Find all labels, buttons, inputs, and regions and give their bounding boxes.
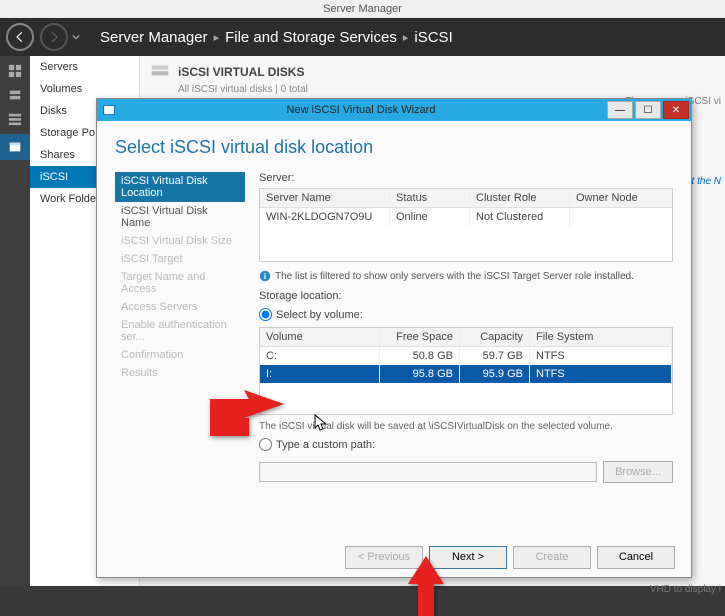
close-button[interactable]: ✕ <box>663 101 689 119</box>
step-location[interactable]: iSCSI Virtual Disk Location <box>115 172 245 202</box>
content-subtitle: All iSCSI virtual disks | 0 total <box>178 84 715 95</box>
breadcrumb-leaf[interactable]: iSCSI <box>414 29 452 46</box>
create-button[interactable]: Create <box>513 546 591 569</box>
annotation-arrow-volume <box>210 390 290 460</box>
info-icon: i <box>259 270 271 282</box>
col-server-name[interactable]: Server Name <box>260 189 390 207</box>
step-results: Results <box>115 364 245 382</box>
wizard-footer: < Previous Next > Create Cancel <box>97 537 691 577</box>
server-row[interactable]: WIN-2KLDOGN7O9U Online Not Clustered <box>260 208 672 226</box>
volume-table-header: Volume Free Space Capacity File System <box>260 328 672 347</box>
col-status[interactable]: Status <box>390 189 470 207</box>
sidebar-item-volumes[interactable]: Volumes <box>30 78 139 100</box>
breadcrumb-sep-icon: ▸ <box>214 31 220 44</box>
cursor-icon <box>314 414 328 437</box>
arrow-right-icon <box>47 30 61 44</box>
info-note: i The list is filtered to show only serv… <box>259 270 673 282</box>
step-auth: Enable authentication ser... <box>115 316 245 346</box>
storage-location-label: Storage location: <box>259 290 673 302</box>
all-servers-icon[interactable] <box>6 110 24 128</box>
wizard-window: New iSCSI Virtual Disk Wizard — ☐ ✕ Sele… <box>96 98 692 578</box>
radio-select-volume[interactable] <box>259 308 272 321</box>
radio-volume-label: Select by volume: <box>276 309 363 321</box>
vol-cell: I: <box>260 365 380 383</box>
wizard-title: New iSCSI Virtual Disk Wizard <box>117 104 605 116</box>
col-owner[interactable]: Owner Node <box>570 189 672 207</box>
breadcrumb-sep-icon: ▸ <box>403 31 409 44</box>
minimize-button[interactable]: — <box>607 101 633 119</box>
wizard-titlebar[interactable]: New iSCSI Virtual Disk Wizard — ☐ ✕ <box>97 99 691 121</box>
breadcrumb-root[interactable]: Server Manager <box>100 29 208 46</box>
col-volume[interactable]: Volume <box>260 328 380 346</box>
radio-custom-label: Type a custom path: <box>276 439 375 451</box>
breadcrumb-section[interactable]: File and Storage Services <box>225 29 397 46</box>
server-table-header: Server Name Status Cluster Role Owner No… <box>260 189 672 208</box>
cap-cell: 59.7 GB <box>460 347 530 365</box>
server-table[interactable]: Server Name Status Cluster Role Owner No… <box>259 188 673 262</box>
step-access: Access Servers <box>115 298 245 316</box>
back-button[interactable] <box>6 23 34 51</box>
chevron-down-icon <box>72 33 80 41</box>
volume-row-c[interactable]: C: 50.8 GB 59.7 GB NTFS <box>260 347 672 365</box>
fs-cell: NTFS <box>530 347 672 365</box>
wizard-steps: iSCSI Virtual Disk Location iSCSI Virtua… <box>115 172 245 529</box>
header: Server Manager ▸ File and Storage Servic… <box>0 18 725 56</box>
dashboard-icon[interactable] <box>6 62 24 80</box>
step-confirm: Confirmation <box>115 346 245 364</box>
server-name-cell: WIN-2KLDOGN7O9U <box>260 208 390 226</box>
server-status-cell: Online <box>390 208 470 226</box>
forward-button[interactable] <box>40 23 68 51</box>
content-title: iSCSI VIRTUAL DISKS <box>178 65 304 79</box>
wizard-app-icon <box>101 104 117 116</box>
volume-row-i[interactable]: I: 95.8 GB 95.9 GB NTFS <box>260 365 672 383</box>
server-owner-cell <box>570 208 672 226</box>
col-cluster[interactable]: Cluster Role <box>470 189 570 207</box>
custom-path-input[interactable] <box>259 462 597 482</box>
info-text: The list is filtered to show only server… <box>275 271 634 282</box>
volume-table[interactable]: Volume Free Space Capacity File System C… <box>259 327 673 415</box>
file-services-icon[interactable] <box>0 134 30 160</box>
fs-cell: NTFS <box>530 365 672 383</box>
icon-strip <box>0 56 30 586</box>
cap-cell: 95.9 GB <box>460 365 530 383</box>
arrow-left-icon <box>13 30 27 44</box>
vol-cell: C: <box>260 347 380 365</box>
col-capacity[interactable]: Capacity <box>460 328 530 346</box>
step-target-name: Target Name and Access <box>115 268 245 298</box>
sidebar-item-servers[interactable]: Servers <box>30 56 139 78</box>
app-titlebar: Server Manager <box>0 0 725 18</box>
browse-button[interactable]: Browse... <box>603 461 673 483</box>
server-cluster-cell: Not Clustered <box>470 208 570 226</box>
server-icon[interactable] <box>6 86 24 104</box>
svg-text:i: i <box>264 272 266 281</box>
col-free[interactable]: Free Space <box>380 328 460 346</box>
server-section-label: Server: <box>259 172 673 184</box>
step-target: iSCSI Target <box>115 250 245 268</box>
disk-stack-icon <box>150 62 170 82</box>
breadcrumb: Server Manager ▸ File and Storage Servic… <box>100 29 453 46</box>
col-filesystem[interactable]: File System <box>530 328 672 346</box>
wizard-heading: Select iSCSI virtual disk location <box>115 137 673 158</box>
nav-history-dropdown[interactable] <box>70 23 82 51</box>
free-cell: 95.8 GB <box>380 365 460 383</box>
cancel-button[interactable]: Cancel <box>597 546 675 569</box>
annotation-arrow-next <box>396 556 456 616</box>
step-size: iSCSI Virtual Disk Size <box>115 232 245 250</box>
maximize-button[interactable]: ☐ <box>635 101 661 119</box>
free-cell: 50.8 GB <box>380 347 460 365</box>
step-name: iSCSI Virtual Disk Name <box>115 202 245 232</box>
